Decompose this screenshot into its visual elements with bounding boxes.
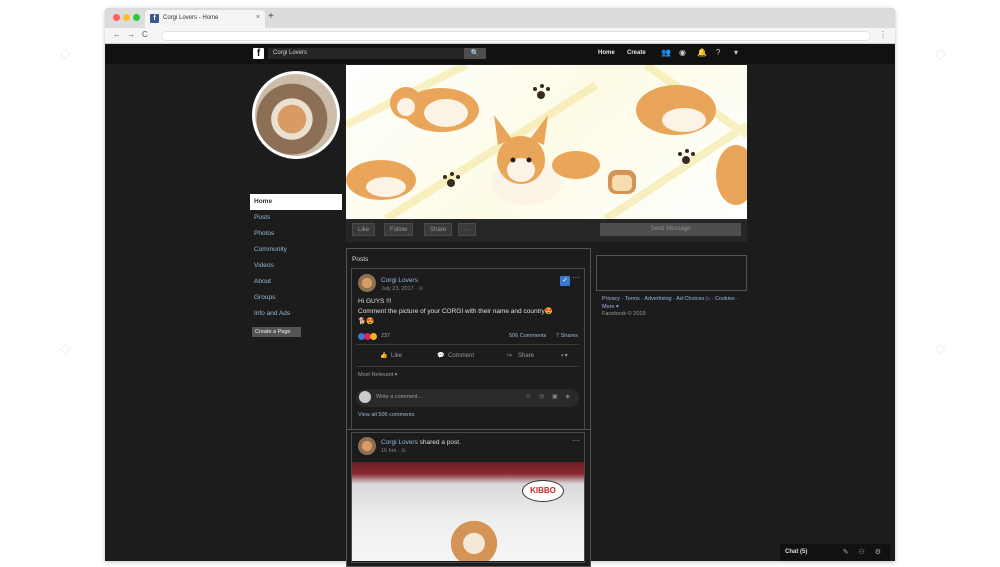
sidebar-item-videos[interactable]: Videos [250,258,342,274]
post-text-line2: Comment the picture of your CORGI with t… [358,308,553,315]
sidebar-item-home[interactable]: Home [250,194,342,210]
decorative-diamond: ◇ [60,340,71,356]
decorative-diamond: ◇ [935,340,946,356]
minimize-window-button[interactable] [123,14,130,21]
follow-page-button[interactable]: Follow [384,223,414,236]
post-author-avatar[interactable] [358,437,376,455]
tab-close-icon[interactable]: × [256,14,260,21]
address-bar-row: ← → C ⋮ [105,28,895,44]
facebook-navbar: f Corgi Lovers 🔍 Home Create 👥 ◉ 🔔 ? ▾ [105,44,895,64]
more-icon[interactable]: ··· [572,273,580,282]
more-options-button[interactable]: ··· [458,223,476,236]
url-input[interactable] [161,31,871,41]
corgi-photo [447,517,501,561]
search-button[interactable]: 🔍 [464,48,486,59]
tab-bar: f Corgi Lovers - Home × + [105,8,895,28]
right-panel-box [596,255,747,291]
friends-icon[interactable]: 👥 [661,48,671,57]
facebook-logo-icon[interactable]: f [253,48,264,59]
comment-input[interactable]: Write a comment... [376,394,422,400]
sidebar-item-about[interactable]: About [250,274,342,290]
browser-tab[interactable]: f Corgi Lovers - Home × [145,10,265,28]
nav-home-link[interactable]: Home [598,50,615,56]
profile-picture[interactable] [252,71,340,159]
copyright-text: Facebook © 2019 [602,311,646,317]
new-tab-button[interactable]: + [268,11,274,22]
post-author-avatar[interactable] [358,274,376,292]
more-icon[interactable]: ··· [572,436,580,445]
sidebar-item-groups[interactable]: Groups [250,290,342,306]
comment-composer[interactable]: Write a comment... ☺ ◎ ▣ ◈ [356,389,579,407]
haha-reaction-icon [370,333,377,340]
footer-links[interactable]: Privacy · Terms · Advertising · Ad Choic… [602,295,742,311]
dropdown-icon[interactable]: ▾ [734,48,738,57]
messenger-icon[interactable]: ◉ [679,48,686,57]
divider [356,366,579,367]
sidebar-item-info-and-ads[interactable]: Info and Ads [250,306,342,322]
check-icon[interactable]: ✓ [560,276,570,286]
comment-icon[interactable]: 💬 [437,352,444,359]
sidebar-item-community[interactable]: Community [250,242,342,258]
dog-emoji-icon: 🐕😍 [358,318,375,325]
post-author-name[interactable]: Corgi Lovers [381,439,418,446]
chat-label[interactable]: Chat (5) [785,549,807,555]
kibbo-logo: KIBBO [522,480,564,502]
comment-sort-dropdown[interactable]: Most Relevant ▾ [358,372,397,378]
send-message-button[interactable]: Send Message [600,223,741,236]
tab-title: Corgi Lovers - Home [163,15,219,21]
corgi-cover-illustration [346,65,747,219]
page-sidebar: Home Posts Photos Community Videos About… [250,194,342,322]
post-timestamp[interactable]: 16 hrs · ⊙ [381,448,406,454]
chat-bar[interactable]: Chat (5) ✎ ⚇ ⚙ [780,544,890,561]
comment-button[interactable]: Comment [448,353,474,359]
decorative-diamond: ◇ [60,45,71,61]
help-icon[interactable]: ? [716,48,720,57]
post-timestamp[interactable]: July 23, 2017 · ⊙ [381,286,423,292]
shared-text: shared a post. [417,439,461,446]
post-photo[interactable]: KIBBO [352,462,584,561]
sidebar-item-posts[interactable]: Posts [250,210,342,226]
reaction-count[interactable]: 237 [381,333,390,339]
view-all-comments-link[interactable]: View all 506 comments [358,412,414,418]
post-text-line1: Hi GUYS !!! [358,298,392,305]
facebook-favicon-icon: f [150,14,159,23]
maximize-window-button[interactable] [133,14,140,21]
chat-tools-icon[interactable]: ✎ ⚇ ⚙ [843,548,885,556]
shared-post-header: Corgi Lovers shared a post. [381,439,461,446]
like-page-button[interactable]: Like [352,223,376,236]
like-button[interactable]: Like [391,353,402,359]
browser-menu-icon[interactable]: ⋮ [879,30,887,39]
shares-count[interactable]: 7 Shares [556,333,578,339]
post-author-name[interactable]: Corgi Lovers [381,277,418,284]
share-icon[interactable]: ↪ [507,352,512,359]
reload-icon[interactable]: C [142,30,148,39]
share-page-button[interactable]: Share [424,223,453,236]
nav-create-link[interactable]: Create [627,50,646,56]
like-icon[interactable]: 👍 [380,352,387,359]
audience-selector-icon[interactable]: ◐▾ [561,352,568,359]
create-page-button[interactable]: Create a Page [252,327,301,337]
comments-count[interactable]: 506 Comments [509,333,546,339]
back-icon[interactable]: ← [113,30,121,39]
comment-tools-icon[interactable]: ☺ ◎ ▣ ◈ [525,393,573,400]
close-window-button[interactable] [113,14,120,21]
divider [356,344,579,345]
decorative-diamond: ◇ [935,45,946,61]
share-button[interactable]: Share [518,353,534,359]
posts-heading: Posts [352,256,369,263]
user-avatar [359,391,371,403]
forward-icon[interactable]: → [127,30,135,39]
notifications-icon[interactable]: 🔔 [697,48,707,57]
sidebar-item-photos[interactable]: Photos [250,226,342,242]
search-input[interactable]: Corgi Lovers [268,48,464,59]
cover-photo[interactable] [346,65,747,219]
